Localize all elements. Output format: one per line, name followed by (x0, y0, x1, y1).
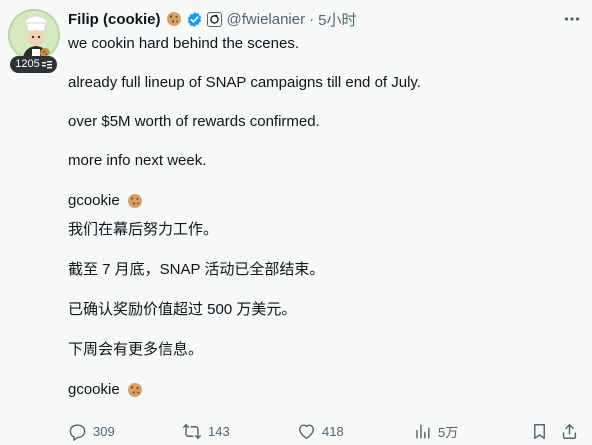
tweet-card[interactable]: 1205 Filip (cookie) @fwielanier · 5小时 we… (0, 0, 592, 445)
cookie-emoji-icon (127, 194, 142, 209)
bookmark-button[interactable] (530, 420, 549, 442)
views-button[interactable]: 5万 (413, 420, 458, 442)
tweet-actions: 309 143 418 5万 (68, 420, 582, 442)
display-name[interactable]: Filip (cookie) (68, 11, 161, 28)
views-count: 5万 (438, 424, 459, 440)
avatar-column: 1205 (8, 9, 64, 73)
tweet-line: 我们在幕后努力工作。 (68, 221, 219, 238)
retweet-icon (182, 423, 202, 439)
tweet-line: 下周会有更多信息。 (68, 341, 204, 358)
heart-icon (299, 423, 314, 439)
tweet-line-signoff: gcookie (68, 380, 143, 399)
tweet-line: 已确认奖励价值超过 500 万美元。 (68, 301, 297, 318)
follower-count: 1205 (15, 58, 40, 70)
share-icon (562, 423, 577, 439)
cookie-emoji-icon (127, 383, 142, 398)
reply-icon (69, 423, 86, 441)
tweet-line: more info next week. (68, 152, 207, 169)
tweet-header: Filip (cookie) @fwielanier · 5小时 (68, 8, 582, 30)
tweet-line: we cookin hard behind the scenes. (68, 35, 299, 52)
reply-count: 309 (93, 423, 115, 439)
like-button[interactable]: 418 (297, 420, 344, 442)
follower-count-badge: 1205 (10, 56, 57, 73)
tweet-line: 截至 7 月底，SNAP 活动已全部结束。 (68, 261, 325, 278)
retweet-count: 143 (208, 423, 230, 439)
followers-icon (41, 60, 52, 68)
tweet-line-signoff: gcookie (68, 191, 143, 210)
retweet-button[interactable]: 143 (182, 420, 230, 442)
more-button[interactable] (562, 9, 582, 29)
tweet-line: already full lineup of SNAP campaigns ti… (68, 74, 421, 91)
signoff-text: gcookie (68, 192, 120, 209)
affiliate-badge-icon[interactable] (206, 11, 222, 27)
cookie-emoji-icon (166, 12, 181, 26)
bookmark-icon (534, 423, 545, 439)
tweet-line: over $5M worth of rewards confirmed. (68, 113, 320, 130)
author-handle[interactable]: @fwielanier (227, 11, 306, 28)
like-count: 418 (322, 423, 344, 439)
share-button[interactable] (560, 420, 579, 442)
avatar[interactable] (8, 9, 60, 61)
verified-badge-icon[interactable] (186, 11, 203, 28)
signoff-text: gcookie (68, 381, 120, 398)
header-separator: · (309, 10, 315, 28)
views-chart-icon (416, 423, 430, 439)
tweet-time[interactable]: 5小时 (318, 9, 356, 30)
more-horizontal-icon (564, 17, 580, 21)
reply-button[interactable]: 309 (68, 420, 115, 442)
